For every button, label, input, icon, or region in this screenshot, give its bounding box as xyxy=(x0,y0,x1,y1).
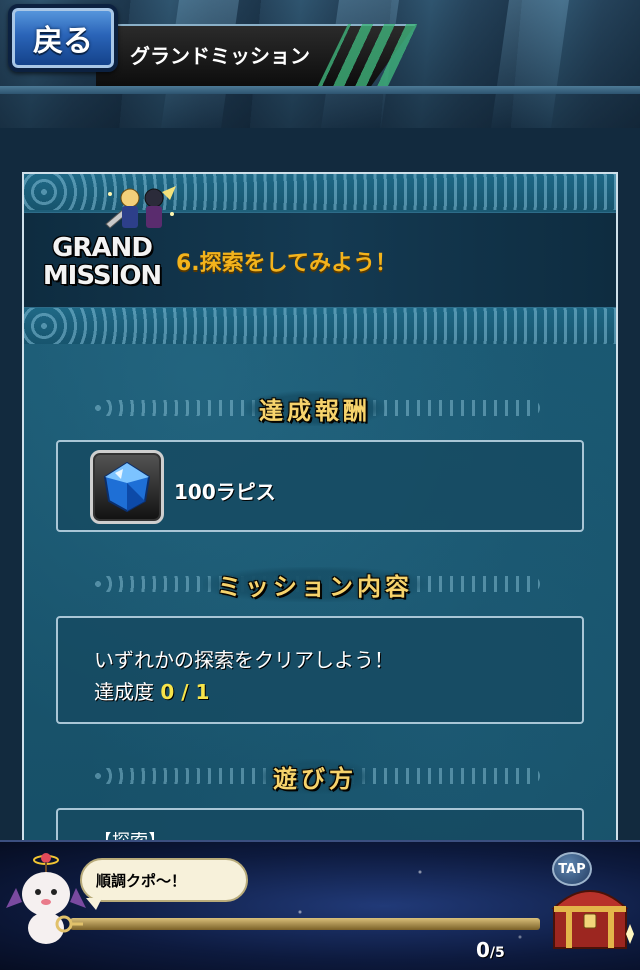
screen-title: グランドミッション xyxy=(130,44,310,68)
ornament-band-bottom xyxy=(24,308,616,344)
reward-heading-label: 達成報酬 xyxy=(245,390,385,426)
reward-heading: 達成報酬 xyxy=(90,388,540,428)
key-progress-bar xyxy=(70,918,540,930)
key-total: /5 xyxy=(489,945,505,961)
content-heading-label: ミッション内容 xyxy=(203,566,427,602)
mission-title: 6.探索をしてみよう！ xyxy=(176,251,398,276)
tap-badge[interactable]: TAP xyxy=(552,852,592,886)
treasure-chest-icon[interactable] xyxy=(546,872,634,960)
howto-heading: 遊び方 xyxy=(90,756,540,796)
progress-label: 達成度 xyxy=(94,680,154,704)
reward-box: 100ラピス xyxy=(56,440,584,532)
reward-item-name: 100ラピス xyxy=(174,480,276,504)
key-count: 0/5 xyxy=(476,938,505,962)
key-current: 0 xyxy=(476,938,490,962)
progress-value: 0 / 1 xyxy=(160,680,210,704)
mission-description: いずれかの探索をクリアしよう！ xyxy=(94,648,394,672)
key-icon xyxy=(55,915,83,933)
mission-progress: 達成度 0 / 1 xyxy=(94,676,209,705)
logo-line-1: GRAND xyxy=(52,233,153,263)
mission-content-box: いずれかの探索をクリアしよう！ 達成度 0 / 1 xyxy=(56,616,584,724)
howto-heading-label: 遊び方 xyxy=(259,758,371,794)
moogle-speech-bubble: 順調クポ～！ xyxy=(80,858,248,910)
lapis-crystal-icon xyxy=(90,450,164,524)
characters-icon xyxy=(105,186,176,229)
content-heading: ミッション内容 xyxy=(90,564,540,604)
logo-line-2: MISSION xyxy=(42,261,162,291)
grand-mission-logo: GRAND MISSION xyxy=(38,184,176,300)
back-button[interactable]: 戻る xyxy=(8,4,118,72)
